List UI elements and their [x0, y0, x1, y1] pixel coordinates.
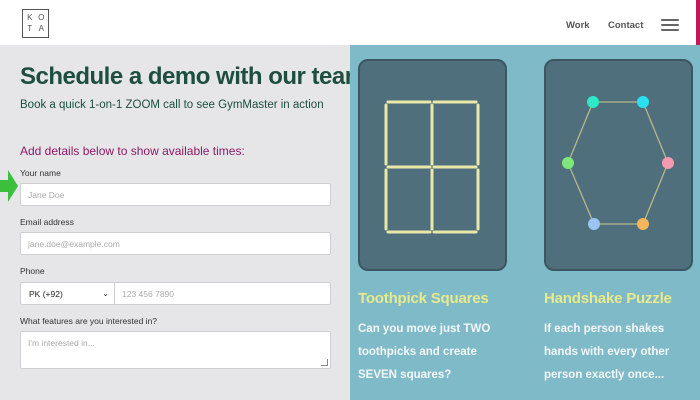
resize-handle-icon[interactable] — [321, 359, 328, 366]
email-label: Email address — [20, 217, 74, 227]
nav-work-link[interactable]: Work — [566, 20, 590, 31]
features-placeholder: I'm interested in... — [28, 338, 95, 348]
logo-letter-o: O — [38, 12, 45, 22]
logo-letter-a: A — [38, 24, 44, 34]
features-label: What features are you interested in? — [20, 316, 158, 326]
form-title: Schedule a demo with our team — [20, 63, 366, 90]
form-subtitle: Book a quick 1-on-1 ZOOM call to see Gym… — [20, 99, 324, 111]
chevron-down-icon: ⌄ — [102, 289, 109, 298]
toothpick-squares-icon — [384, 100, 480, 234]
demo-form-panel: Schedule a demo with our team Book a qui… — [0, 45, 366, 400]
phone-field[interactable]: 123 456 7890 — [114, 282, 331, 305]
header-accent-bar — [696, 0, 700, 45]
features-textarea[interactable]: I'm interested in... — [20, 331, 331, 369]
handshake-puzzle-description: If each person shakes hands with every o… — [544, 323, 670, 381]
country-code-select[interactable]: PK (+92) ⌄ — [20, 282, 114, 305]
arrow-right-icon — [0, 170, 18, 202]
logo-letter-t: T — [27, 24, 33, 34]
name-label: Your name — [20, 168, 61, 178]
country-code-value: PK (+92) — [29, 289, 63, 299]
kota-logo[interactable]: K O T A — [22, 9, 49, 38]
toothpick-puzzle-title[interactable]: Toothpick Squares — [358, 290, 489, 307]
handshake-puzzle-card[interactable] — [544, 59, 693, 271]
puzzles-panel: Toothpick Squares Can you move just TWO … — [350, 45, 700, 400]
name-field[interactable]: Jane Doe — [20, 183, 331, 206]
toothpick-puzzle-card[interactable] — [358, 59, 507, 271]
handshake-puzzle-title[interactable]: Handshake Puzzle — [544, 290, 672, 307]
handshake-hexagon-icon — [562, 96, 674, 230]
form-hint: Add details below to show available time… — [20, 144, 245, 158]
site-header: K O T A Work Contact — [0, 0, 700, 45]
phone-label: Phone — [20, 266, 45, 276]
nav-contact-link[interactable]: Contact — [608, 20, 643, 31]
hamburger-menu-icon[interactable] — [661, 19, 679, 33]
email-field[interactable]: jane.doe@example.com — [20, 232, 331, 255]
toothpick-puzzle-description: Can you move just TWO toothpicks and cre… — [358, 323, 491, 381]
logo-letter-k: K — [27, 12, 33, 22]
